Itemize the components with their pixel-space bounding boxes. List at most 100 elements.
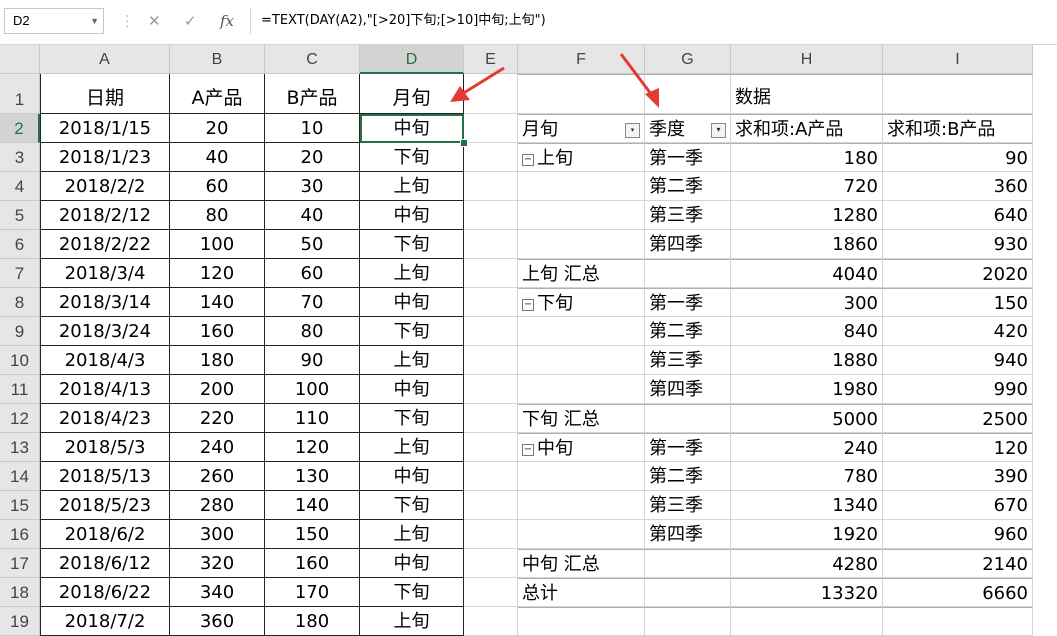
row-header-16[interactable]: 16 — [0, 520, 40, 549]
cell[interactable] — [464, 259, 518, 288]
pivot-value-cell[interactable]: 90 — [883, 143, 1033, 172]
pivot-group-0[interactable]: − 上旬 — [518, 143, 645, 259]
pivot-quarter-cell[interactable]: 第三季 — [645, 346, 731, 375]
pivot-quarter-cell[interactable]: 第三季 — [645, 491, 731, 520]
pivot-subtotal-label[interactable]: 上旬 汇总 — [518, 259, 731, 288]
pivot-grand-total-value[interactable]: 13320 — [731, 578, 883, 607]
table-cell[interactable]: 40 — [265, 201, 360, 230]
formula-input[interactable]: =TEXT(DAY(A2),"[>20]下旬;[>10]中旬;上旬") — [250, 8, 1053, 34]
table-cell[interactable]: 中旬 — [360, 201, 464, 230]
chevron-down-icon[interactable]: ▾ — [711, 123, 726, 138]
row-header-18[interactable]: 18 — [0, 578, 40, 607]
table-cell[interactable]: 2018/5/23 — [40, 491, 170, 520]
pivot-grand-total-label[interactable]: 总计 — [518, 578, 731, 607]
pivot-subtotal-value[interactable]: 2500 — [883, 404, 1033, 433]
row-header-10[interactable]: 10 — [0, 346, 40, 375]
pivot-value-cell[interactable]: 120 — [883, 433, 1033, 462]
pivot-subtotal-label[interactable]: 中旬 汇总 — [518, 549, 731, 578]
pivot-value-cell[interactable]: 930 — [883, 230, 1033, 259]
table-cell[interactable]: 60 — [265, 259, 360, 288]
table-cell[interactable]: 100 — [170, 230, 265, 259]
row-header-2[interactable]: 2 — [0, 114, 40, 143]
pivot-value-cell[interactable]: 640 — [883, 201, 1033, 230]
table-cell[interactable]: 中旬 — [360, 462, 464, 491]
table-cell[interactable]: 2018/4/13 — [40, 375, 170, 404]
table-cell[interactable]: 20 — [265, 143, 360, 172]
pivot-value-cell[interactable]: 990 — [883, 375, 1033, 404]
table-cell[interactable]: 360 — [170, 607, 265, 636]
cell[interactable] — [464, 346, 518, 375]
table-cell[interactable]: 80 — [170, 201, 265, 230]
column-header-c[interactable]: C — [265, 45, 360, 74]
table-cell[interactable]: 220 — [170, 404, 265, 433]
row-header-13[interactable]: 13 — [0, 433, 40, 462]
table-header[interactable]: 日期 — [40, 74, 170, 114]
table-cell[interactable]: 下旬 — [360, 230, 464, 259]
pivot-value-cell[interactable]: 180 — [731, 143, 883, 172]
table-cell[interactable]: 上旬 — [360, 433, 464, 462]
cancel-icon[interactable]: ✕ — [148, 12, 161, 30]
pivot-subtotal-value[interactable]: 2140 — [883, 549, 1033, 578]
table-cell[interactable]: 2018/6/2 — [40, 520, 170, 549]
table-cell[interactable]: 2018/3/24 — [40, 317, 170, 346]
table-header[interactable]: A产品 — [170, 74, 265, 114]
table-cell[interactable]: 240 — [170, 433, 265, 462]
row-header-1[interactable]: 1 — [0, 74, 40, 114]
row-header-9[interactable]: 9 — [0, 317, 40, 346]
pivot-row-field-month[interactable]: 月旬 ▾ — [518, 114, 645, 143]
pivot-subtotal-value[interactable]: 4040 — [731, 259, 883, 288]
cell[interactable] — [464, 520, 518, 549]
cell[interactable] — [464, 433, 518, 462]
filter-sort-icon[interactable]: ▾ — [625, 123, 640, 138]
collapse-icon[interactable]: − — [522, 154, 534, 166]
fill-handle[interactable] — [460, 139, 468, 147]
table-cell[interactable]: 180 — [170, 346, 265, 375]
pivot-subtotal-value[interactable]: 4280 — [731, 549, 883, 578]
table-cell[interactable]: 280 — [170, 491, 265, 520]
cell[interactable] — [464, 114, 518, 143]
pivot-subtotal-value[interactable]: 2020 — [883, 259, 1033, 288]
row-header-6[interactable]: 6 — [0, 230, 40, 259]
table-cell[interactable]: 2018/1/15 — [40, 114, 170, 143]
select-all-corner[interactable] — [0, 45, 40, 74]
table-cell[interactable]: 40 — [170, 143, 265, 172]
pivot-quarter-cell[interactable]: 第一季 — [645, 433, 731, 462]
table-cell[interactable]: 10 — [265, 114, 360, 143]
table-cell[interactable]: 320 — [170, 549, 265, 578]
pivot-value-cell[interactable]: 390 — [883, 462, 1033, 491]
cell[interactable] — [464, 578, 518, 607]
chevron-down-icon[interactable]: ▼ — [90, 9, 99, 33]
pivot-value-cell[interactable]: 840 — [731, 317, 883, 346]
table-header[interactable]: B产品 — [265, 74, 360, 114]
row-header-3[interactable]: 3 — [0, 143, 40, 172]
table-cell[interactable]: 中旬 — [360, 288, 464, 317]
pivot-group-2[interactable]: − 中旬 — [518, 433, 645, 549]
table-cell[interactable]: 2018/4/23 — [40, 404, 170, 433]
table-cell[interactable]: 2018/1/23 — [40, 143, 170, 172]
table-cell[interactable]: 2018/3/4 — [40, 259, 170, 288]
column-header-h[interactable]: H — [731, 45, 883, 74]
pivot-quarter-cell[interactable]: 第二季 — [645, 317, 731, 346]
table-cell[interactable]: 2018/4/3 — [40, 346, 170, 375]
table-cell[interactable]: 130 — [265, 462, 360, 491]
table-cell[interactable]: 2018/2/22 — [40, 230, 170, 259]
pivot-quarter-cell[interactable]: 第一季 — [645, 288, 731, 317]
table-cell[interactable]: 下旬 — [360, 491, 464, 520]
pivot-quarter-cell[interactable]: 第四季 — [645, 375, 731, 404]
cell[interactable] — [464, 404, 518, 433]
pivot-value-cell[interactable]: 1280 — [731, 201, 883, 230]
row-header-8[interactable]: 8 — [0, 288, 40, 317]
row-header-4[interactable]: 4 — [0, 172, 40, 201]
table-cell[interactable]: 中旬 — [360, 549, 464, 578]
pivot-quarter-cell[interactable]: 第四季 — [645, 520, 731, 549]
pivot-quarter-cell[interactable]: 第一季 — [645, 143, 731, 172]
pivot-quarter-cell[interactable]: 第三季 — [645, 201, 731, 230]
insert-function-icon[interactable]: fx — [220, 12, 234, 30]
table-cell[interactable]: 140 — [170, 288, 265, 317]
table-cell[interactable]: 2018/6/22 — [40, 578, 170, 607]
table-cell[interactable]: 160 — [170, 317, 265, 346]
column-header-a[interactable]: A — [40, 45, 170, 74]
cell[interactable] — [464, 607, 518, 636]
cell[interactable] — [464, 375, 518, 404]
row-header-14[interactable]: 14 — [0, 462, 40, 491]
